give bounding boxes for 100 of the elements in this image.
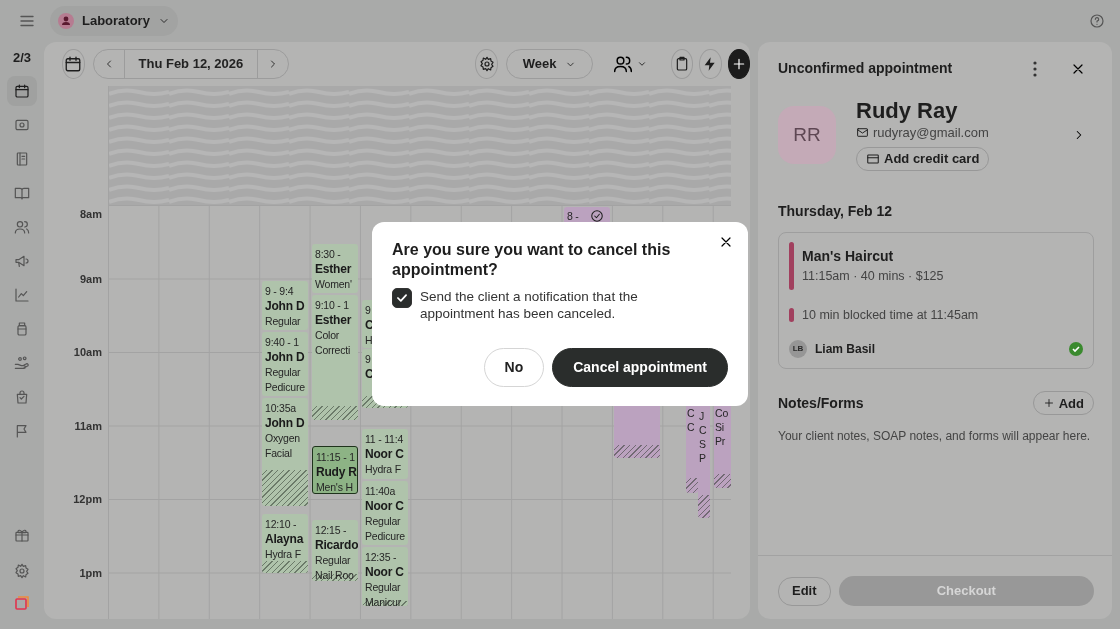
no-button[interactable]: No [483,348,545,387]
hour-label: 8am [79,207,102,221]
add-note-button[interactable]: Add [1032,391,1094,416]
notes-heading: Notes/Forms [778,393,864,413]
calendar-button[interactable] [62,49,85,79]
appointment-block[interactable]: 12:10 - Alayna Hydra F [262,514,308,573]
service-name: Color [315,328,340,343]
jar-icon [14,320,30,337]
settings-button[interactable] [475,49,498,79]
appointment-block[interactable]: 9 - 9:4 John D Regular [262,281,308,330]
chart-icon [14,286,30,303]
client-email: rudyray@gmail.com [873,124,989,142]
appointment-block[interactable]: 11:15 - 1 Rudy R Men's H [312,446,358,494]
bag-icon [14,388,30,405]
time-text: 9 [365,303,371,318]
time-text: 8 - [567,209,579,224]
hour-label: 11am [74,418,102,433]
client-name: Esther [315,313,352,328]
client-name: John D [265,350,305,365]
time-text: 12:10 - [265,517,297,532]
client-name: C [699,423,707,437]
calendar-button[interactable] [7,75,37,106]
edit-button[interactable]: Edit [778,576,831,606]
blocked-time-text: 10 min blocked time at 11:45am [802,306,979,324]
service-name: Nail Roo [315,568,354,581]
service-name: Regular [265,365,301,380]
calendar-icon [64,55,83,73]
time-text: J [699,409,705,423]
appointment-block[interactable]: 11 - 11:4 Noor C Hydra F [362,429,408,479]
time-text: 11 - 11:4 [365,432,404,447]
appointment-block[interactable]: 12:15 - Ricardo Regular Nail Roo [312,520,358,581]
service-card[interactable]: Man's Haircut 11:15am · 40 mins · $125 10 min blocked time at 11:45am LB Liam Basil [778,231,1094,370]
view-selector[interactable]: Week [505,49,593,79]
service-details: 11:15am · 40 mins · $125 [802,267,944,285]
hour-label: 1pm [79,565,102,580]
location-selector[interactable]: Laboratory [50,6,178,36]
hour-label: 9am [79,271,102,286]
service-name: Hydra F [265,547,301,562]
dialog-title: Are you sure you want to cancel this appointment? [392,240,672,280]
hour-label: 10am [73,345,102,359]
client-name: Noor C [365,565,404,580]
service-name: Regular [365,580,401,595]
time-text: 9:10 - 1 [315,298,349,313]
staff-name: Liam Basil [815,341,876,359]
client-name: Noor C [365,499,404,514]
client-name: Esther [315,262,352,277]
ledger-icon [14,150,30,167]
add-credit-card-button[interactable]: Add credit card [856,146,990,171]
service-name: Pedicure [365,529,405,544]
appointment-block[interactable]: 9:10 - 1 Esther Color Correcti [312,295,358,420]
panel-title: Unconfirmed appointment [778,59,953,78]
service-name: Manicur [365,595,401,606]
time-text: 11:15 - 1 [316,450,355,465]
client-name: Noor C [365,447,404,462]
settings-icon [14,562,30,579]
client-name: John D [265,299,305,314]
checkbox-label: Send the client a notification that the appointment has been canceled. [420,288,639,322]
people-icon [14,218,30,235]
service-name: Correcti [315,343,351,358]
service-name: P [699,451,706,465]
service-name: Pedicure [265,380,305,395]
client-name: Ricardo [315,538,358,553]
credit-card-icon [866,151,880,166]
service-name: Pr [715,434,726,448]
appointment-block[interactable]: 9:40 - 1 John D Regular Pedicure [262,332,308,396]
client-name: John D [265,416,305,431]
staff-avatar: LB [789,340,807,359]
service-name: Facial [265,446,292,461]
hour-label: 12pm [73,492,102,506]
add-button[interactable] [727,49,750,79]
service-name: S [699,437,706,451]
time-text: C [687,406,695,420]
service-name: Regular [265,314,301,329]
date-button[interactable]: Thu Feb 12, 2026 [124,50,258,78]
client-name: C [687,420,695,434]
appointment-block[interactable]: 10:35a John D Oxygen Facial [262,398,308,506]
lightning-button[interactable] [699,49,722,79]
time-text: 12:15 - [315,523,347,538]
clipboard-button[interactable] [670,49,693,79]
help-icon [1089,13,1105,29]
cancel-appointment-button[interactable]: Cancel appointment [552,348,728,387]
caret-icon [636,59,647,69]
check-icon [395,291,409,305]
page-indicator: 2/3 [12,49,32,67]
service-name: Hydra F [365,462,401,477]
client-name: Rudy Ray [856,99,958,123]
time-text: 9 - 9:4 [265,284,294,299]
appointment-block[interactable]: 12:35 - Noor C Regular Manicur [362,547,408,606]
time-text: 8:30 - [315,247,341,262]
appointment-block[interactable]: 8:30 - Esther Women' [312,244,358,293]
client-avatar: RR [778,105,836,164]
hand-icon [14,354,30,371]
envelope-icon [856,126,869,140]
user-avatar-icon [58,13,74,29]
plus-icon [1042,397,1055,410]
client-name: Alayna [265,532,304,547]
checkbox[interactable] [392,288,412,308]
notes-empty-text: Your client notes, SOAP notes, and forms will appear here. [777,428,1092,446]
appointment-block[interactable]: 11:40a Noor C Regular Pedicure [362,481,408,545]
client-name: Rudy R [316,465,357,480]
